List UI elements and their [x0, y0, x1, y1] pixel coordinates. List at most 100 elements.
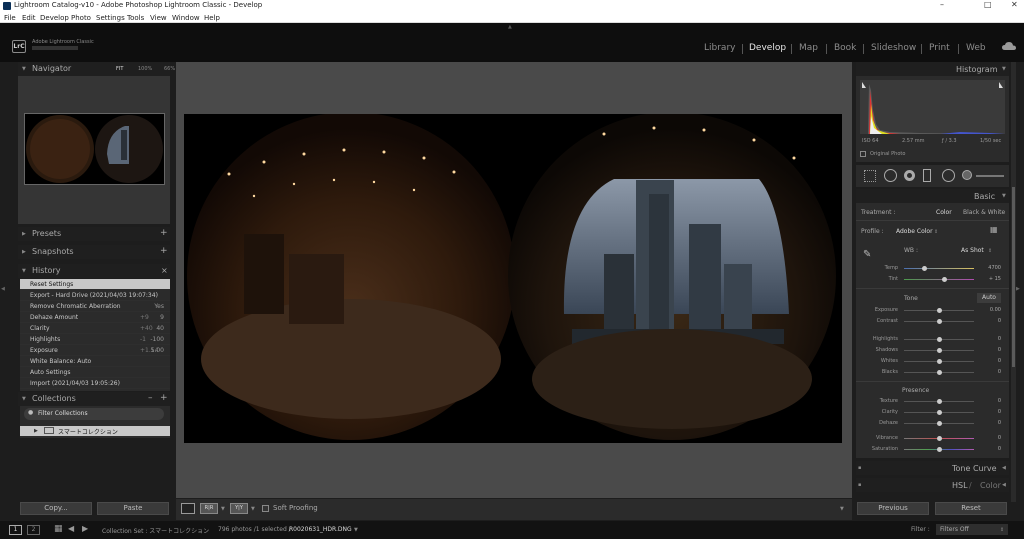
contrast-slider-knob[interactable]: [937, 319, 942, 324]
compare-dropdown-icon[interactable]: ▼: [251, 506, 255, 512]
wb-dropdown-icon[interactable]: ⇕: [988, 248, 992, 254]
previous-button[interactable]: Previous: [857, 502, 929, 515]
texture-slider-knob[interactable]: [937, 399, 942, 404]
history-item[interactable]: White Balance: Auto: [20, 356, 170, 367]
whites-slider-knob[interactable]: [937, 359, 942, 364]
highlights-value[interactable]: 0: [981, 336, 1001, 342]
menu-view[interactable]: View: [150, 14, 167, 22]
navigator-collapse-icon[interactable]: ▼: [22, 66, 26, 72]
spot-removal-icon[interactable]: [884, 169, 897, 182]
module-develop[interactable]: Develop: [749, 43, 786, 53]
soft-proofing-checkbox[interactable]: [262, 505, 269, 512]
clarity-value[interactable]: 0: [981, 409, 1001, 415]
menu-photo[interactable]: Photo: [71, 14, 91, 22]
compare-swap-icon[interactable]: Y|Y: [230, 503, 248, 514]
menu-help[interactable]: Help: [204, 14, 220, 22]
menu-file[interactable]: File: [4, 14, 16, 22]
profile-dropdown-icon[interactable]: ⇕: [934, 229, 938, 235]
clarity-slider-knob[interactable]: [937, 410, 942, 415]
blacks-value[interactable]: 0: [981, 369, 1001, 375]
history-item[interactable]: Exposure +1.14 5.00: [20, 345, 170, 356]
menu-tools[interactable]: Tools: [127, 14, 144, 22]
brush-size-slider[interactable]: [976, 175, 1004, 177]
temp-value[interactable]: 4700: [981, 265, 1001, 271]
left-panel-toggle-icon[interactable]: ◀: [1, 286, 5, 292]
temp-slider-track[interactable]: [904, 268, 974, 269]
zoom-fit[interactable]: FIT: [116, 66, 123, 72]
collection-item-smart[interactable]: ▶ スマートコレクション: [20, 426, 170, 436]
filmstrip-filename[interactable]: R0020631_HDR.DNG: [289, 526, 352, 533]
texture-value[interactable]: 0: [981, 398, 1001, 404]
treatment-color-button[interactable]: Color: [936, 209, 952, 216]
wb-eyedropper-icon[interactable]: ✎: [863, 249, 871, 260]
history-item[interactable]: Reset Settings: [20, 279, 170, 290]
filter-dropdown[interactable]: Filters Off: [936, 524, 1008, 535]
tint-value[interactable]: + 15: [981, 276, 1001, 282]
history-header[interactable]: ▼ History ×: [18, 264, 170, 278]
menu-develop[interactable]: Develop: [40, 14, 69, 22]
before-after-icon[interactable]: R|R: [200, 503, 218, 514]
auto-tone-button[interactable]: Auto: [977, 293, 1001, 303]
history-item[interactable]: Highlights -1 -100: [20, 334, 170, 345]
filename-dropdown-icon[interactable]: ▼: [354, 527, 358, 533]
history-item[interactable]: Clarity +40 40: [20, 323, 170, 334]
dehaze-slider-knob[interactable]: [937, 421, 942, 426]
basic-collapse-icon[interactable]: ▼: [1002, 193, 1006, 199]
histogram-graph[interactable]: [860, 80, 1005, 134]
tint-slider-knob[interactable]: [942, 277, 947, 282]
presets-header[interactable]: ▶ Presets +: [18, 227, 170, 241]
toolbar-menu-icon[interactable]: ▼: [840, 506, 844, 512]
maximize-button[interactable]: □: [984, 0, 992, 9]
hsl-title[interactable]: HSL: [952, 481, 968, 490]
photo-canvas[interactable]: [184, 112, 842, 443]
module-print[interactable]: Print: [929, 43, 950, 53]
navigator-thumbnail[interactable]: [24, 113, 165, 185]
tone-curve-left-icon[interactable]: ▪: [858, 465, 861, 471]
before-after-dropdown-icon[interactable]: ▼: [221, 506, 225, 512]
menu-settings[interactable]: Settings: [96, 14, 125, 22]
hsl-color-tab[interactable]: Color: [980, 481, 1001, 490]
histogram-collapse-icon[interactable]: ▼: [1002, 66, 1006, 72]
filmstrip-source[interactable]: Collection Set : スマートコレクション: [102, 526, 209, 535]
module-book[interactable]: Book: [834, 43, 856, 53]
history-item[interactable]: Export - Hard Drive (2021/04/03 19:07:34…: [20, 290, 170, 301]
shadows-slider-knob[interactable]: [937, 348, 942, 353]
collapse-top-arrow-icon[interactable]: ▲: [508, 24, 512, 30]
exposure-value[interactable]: 0.00: [981, 307, 1001, 313]
whites-value[interactable]: 0: [981, 358, 1001, 364]
history-collapse-icon[interactable]: ▼: [22, 268, 26, 274]
module-slideshow[interactable]: Slideshow: [871, 43, 916, 53]
close-button[interactable]: ✕: [1011, 0, 1018, 9]
history-item[interactable]: Dehaze Amount +9 9: [20, 312, 170, 323]
filter-dropdown-icon[interactable]: ⇕: [1000, 527, 1004, 533]
loupe-view-icon[interactable]: [181, 503, 195, 514]
back-arrow-icon[interactable]: ◀: [68, 524, 74, 533]
module-map[interactable]: Map: [799, 43, 818, 53]
forward-arrow-icon[interactable]: ▶: [82, 524, 88, 533]
tone-curve-expand-icon[interactable]: ◀: [1002, 465, 1006, 471]
radial-filter-icon[interactable]: [942, 169, 955, 182]
hsl-left-icon[interactable]: ▪: [858, 482, 861, 488]
minimize-button[interactable]: –: [940, 0, 944, 9]
blacks-slider-knob[interactable]: [937, 370, 942, 375]
histogram-header[interactable]: Histogram ▼: [856, 62, 1009, 76]
add-collection-icon[interactable]: +: [160, 393, 168, 403]
profile-dropdown[interactable]: Adobe Color: [896, 228, 933, 235]
graduated-filter-icon[interactable]: [923, 169, 931, 182]
saturation-slider-knob[interactable]: [937, 447, 942, 452]
add-snapshot-icon[interactable]: +: [160, 246, 168, 256]
add-preset-icon[interactable]: +: [160, 228, 168, 238]
primary-display-button[interactable]: 1: [9, 525, 22, 535]
saturation-value[interactable]: 0: [981, 446, 1001, 452]
vibrance-value[interactable]: 0: [981, 435, 1001, 441]
right-panel-scrollbar[interactable]: [1011, 62, 1016, 502]
collections-header[interactable]: ▼ Collections – +: [18, 392, 170, 406]
navigator-header[interactable]: ▼ Navigator FIT 100% 66% ⇕: [18, 62, 188, 76]
presets-expand-icon[interactable]: ▶: [22, 231, 26, 237]
treatment-bw-button[interactable]: Black & White: [963, 209, 1005, 216]
zoom-100[interactable]: 100%: [138, 66, 152, 72]
history-item[interactable]: Import (2021/04/03 19:05:26): [20, 378, 170, 389]
collections-collapse-icon[interactable]: ▼: [22, 396, 26, 402]
collapse-collection-icon[interactable]: –: [148, 393, 153, 403]
scrollbar-thumb[interactable]: [1012, 187, 1015, 367]
